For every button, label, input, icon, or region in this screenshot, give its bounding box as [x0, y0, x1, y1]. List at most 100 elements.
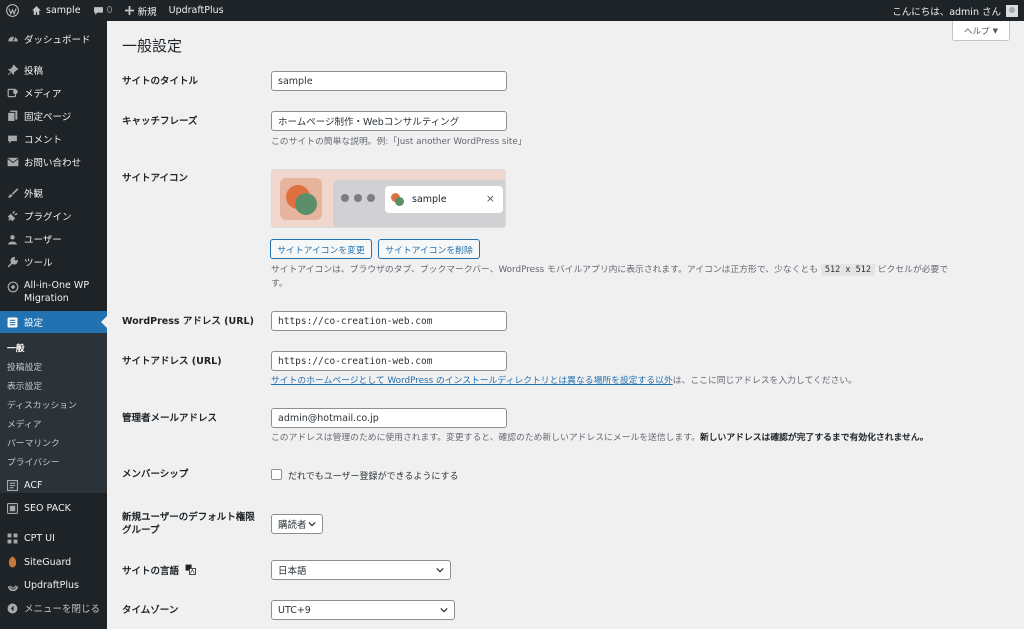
submenu-item-general[interactable]: 一般 [7, 341, 25, 354]
icon-size-code: 512 x 512 [820, 264, 875, 276]
wordpress-address-input[interactable]: https://co-creation-web.com [271, 311, 507, 331]
sidebar-item-siteguard[interactable]: SiteGuard [0, 553, 107, 571]
brush-icon [6, 187, 19, 200]
sidebar-item-users[interactable]: ユーザー [0, 230, 107, 248]
submenu-item-privacy[interactable]: プライバシー [7, 455, 60, 468]
sidebar-item-acf[interactable]: ACF [0, 476, 107, 494]
submenu-item-media[interactable]: メディア [7, 417, 42, 430]
sidebar-item-contact[interactable]: お問い合わせ [0, 153, 107, 171]
membership-label: メンバーシップ [122, 469, 189, 480]
wordpress-logo-icon[interactable] [0, 0, 25, 21]
updraftplus-link[interactable]: UpdraftPlus [163, 0, 230, 21]
sidebar-item-media[interactable]: メディア [0, 84, 107, 102]
preview-site-name: sample [412, 194, 447, 205]
help-tab-button[interactable]: ヘルプ ▼ [952, 21, 1010, 41]
site-address-description: サイトのホームページとして WordPress のインストールディレクトリとは異… [271, 376, 857, 386]
sidebar-item-tools[interactable]: ツール [0, 253, 107, 271]
sidebar-item-label: メニューを閉じる [24, 604, 101, 615]
sidebar-item-appearance[interactable]: 外観 [0, 184, 107, 202]
my-account-link[interactable]: こんにちは、admin さん [892, 4, 1024, 18]
plugin-icon [6, 210, 19, 223]
remove-site-icon-button[interactable]: サイトアイコンを削除 [378, 239, 480, 259]
page-title: 一般設定 [122, 37, 183, 55]
site-address-input[interactable]: https://co-creation-web.com [271, 351, 507, 371]
updraftplus-label: UpdraftPlus [168, 5, 224, 16]
wordpress-address-label: WordPress アドレス (URL) [122, 316, 254, 327]
new-content-link[interactable]: 新規 [119, 0, 163, 21]
browser-tab-preview: sample × [385, 186, 503, 213]
submenu-item-permalinks[interactable]: パーマリンク [7, 436, 60, 449]
timezone-select[interactable]: UTC+9 [271, 600, 455, 620]
comments-count: 0 [106, 5, 113, 16]
pin-icon [6, 64, 19, 77]
site-address-help-link[interactable]: サイトのホームページとして WordPress のインストールディレクトリとは異… [271, 376, 673, 386]
admin-sidebar: ダッシュボード 投稿 メディア 固定ページ コメント お問い合わせ 外観 プラグ… [0, 21, 107, 629]
comment-icon [6, 133, 19, 146]
close-icon: × [485, 192, 495, 205]
window-dot-icon [341, 194, 349, 202]
sidebar-item-pages[interactable]: 固定ページ [0, 107, 107, 125]
sidebar-item-label: メディア [24, 89, 62, 100]
sidebar-item-label: UpdraftPlus [24, 579, 79, 591]
sidebar-item-dashboard[interactable]: ダッシュボード [0, 30, 107, 48]
tagline-input[interactable]: ホームページ制作・Webコンサルティング [271, 111, 507, 131]
admin-email-input[interactable]: admin@hotmail.co.jp [271, 408, 507, 428]
sidebar-item-cpt-ui[interactable]: CPT UI [0, 529, 107, 547]
timezone-value: UTC+9 [278, 604, 311, 616]
site-icon-description: サイトアイコンは、ブラウザのタブ、ブックマークバー、WordPress モバイル… [271, 264, 949, 289]
user-icon [6, 233, 19, 246]
sidebar-item-settings[interactable]: 設定 [0, 311, 107, 333]
comments-link[interactable]: 0 [87, 0, 119, 21]
comment-bubble-icon [93, 6, 104, 16]
sidebar-item-label: お問い合わせ [24, 158, 82, 169]
sidebar-item-all-in-one-wp-migration[interactable]: All-in-One WP Migration [0, 279, 107, 309]
default-role-select[interactable]: 購読者 [271, 514, 323, 534]
submenu-item-writing[interactable]: 投稿設定 [7, 360, 42, 373]
admin-bar: sample 0 新規 UpdraftPlus こんにちは、admin さん [0, 0, 1024, 21]
dashboard-icon [6, 33, 19, 46]
sidebar-item-label: コメント [24, 135, 63, 146]
window-dot-icon [354, 194, 362, 202]
sidebar-item-comments[interactable]: コメント [0, 130, 107, 148]
home-icon [31, 5, 42, 16]
avatar [1006, 4, 1018, 17]
site-name: sample [46, 5, 81, 16]
site-language-label: サイトの言語 [122, 564, 202, 579]
plus-icon [124, 6, 134, 15]
sidebar-item-plugins[interactable]: プラグイン [0, 207, 107, 225]
sidebar-item-posts[interactable]: 投稿 [0, 61, 107, 79]
sidebar-item-label: All-in-One WP Migration [24, 280, 90, 304]
sidebar-item-seo-pack[interactable]: SEO PACK [0, 499, 107, 517]
admin-email-label: 管理者メールアドレス [122, 413, 218, 424]
window-dot-icon [367, 194, 375, 202]
admin-email-description: このアドレスは管理のために使用されます。変更すると、確認のため新しいアドレスにメ… [271, 433, 929, 443]
seo-pack-icon [6, 502, 19, 515]
site-title-label: サイトのタイトル [122, 76, 199, 87]
site-name-link[interactable]: sample [25, 0, 87, 21]
site-language-select[interactable]: 日本語 [271, 560, 451, 580]
sidebar-item-label: ダッシュボード [24, 35, 91, 46]
default-role-value: 購読者 [278, 520, 307, 531]
sidebar-item-label: ユーザー [24, 235, 62, 246]
siteguard-icon [6, 556, 19, 569]
submenu-item-reading[interactable]: 表示設定 [7, 379, 42, 392]
anyone-can-register-checkbox[interactable] [271, 469, 282, 480]
default-role-label: 新規ユーザーのデフォルト権限グループ [122, 512, 255, 536]
tagline-description: このサイトの簡単な説明。例:「Just another WordPress si… [271, 137, 527, 147]
sidebar-item-updraftplus[interactable]: UpdraftPlus [0, 576, 107, 594]
submenu-item-discussion[interactable]: ディスカッション [7, 398, 77, 411]
page-icon [6, 110, 19, 123]
settings-icon [6, 316, 19, 329]
sidebar-item-label: SEO PACK [24, 502, 71, 514]
change-site-icon-button[interactable]: サイトアイコンを変更 [270, 239, 372, 259]
collapse-menu-button[interactable]: メニューを閉じる [0, 599, 107, 617]
sidebar-item-label: SiteGuard [24, 556, 72, 568]
media-icon [6, 87, 19, 100]
site-title-input[interactable]: sample [271, 71, 507, 91]
anyone-can-register-label[interactable]: だれでもユーザー登録ができるようにする [288, 469, 458, 482]
sidebar-item-label: 外観 [24, 189, 44, 200]
acf-icon [6, 479, 19, 492]
translation-icon [185, 564, 197, 579]
app-icon-preview [280, 178, 322, 220]
browser-preview: sample × [333, 180, 505, 227]
